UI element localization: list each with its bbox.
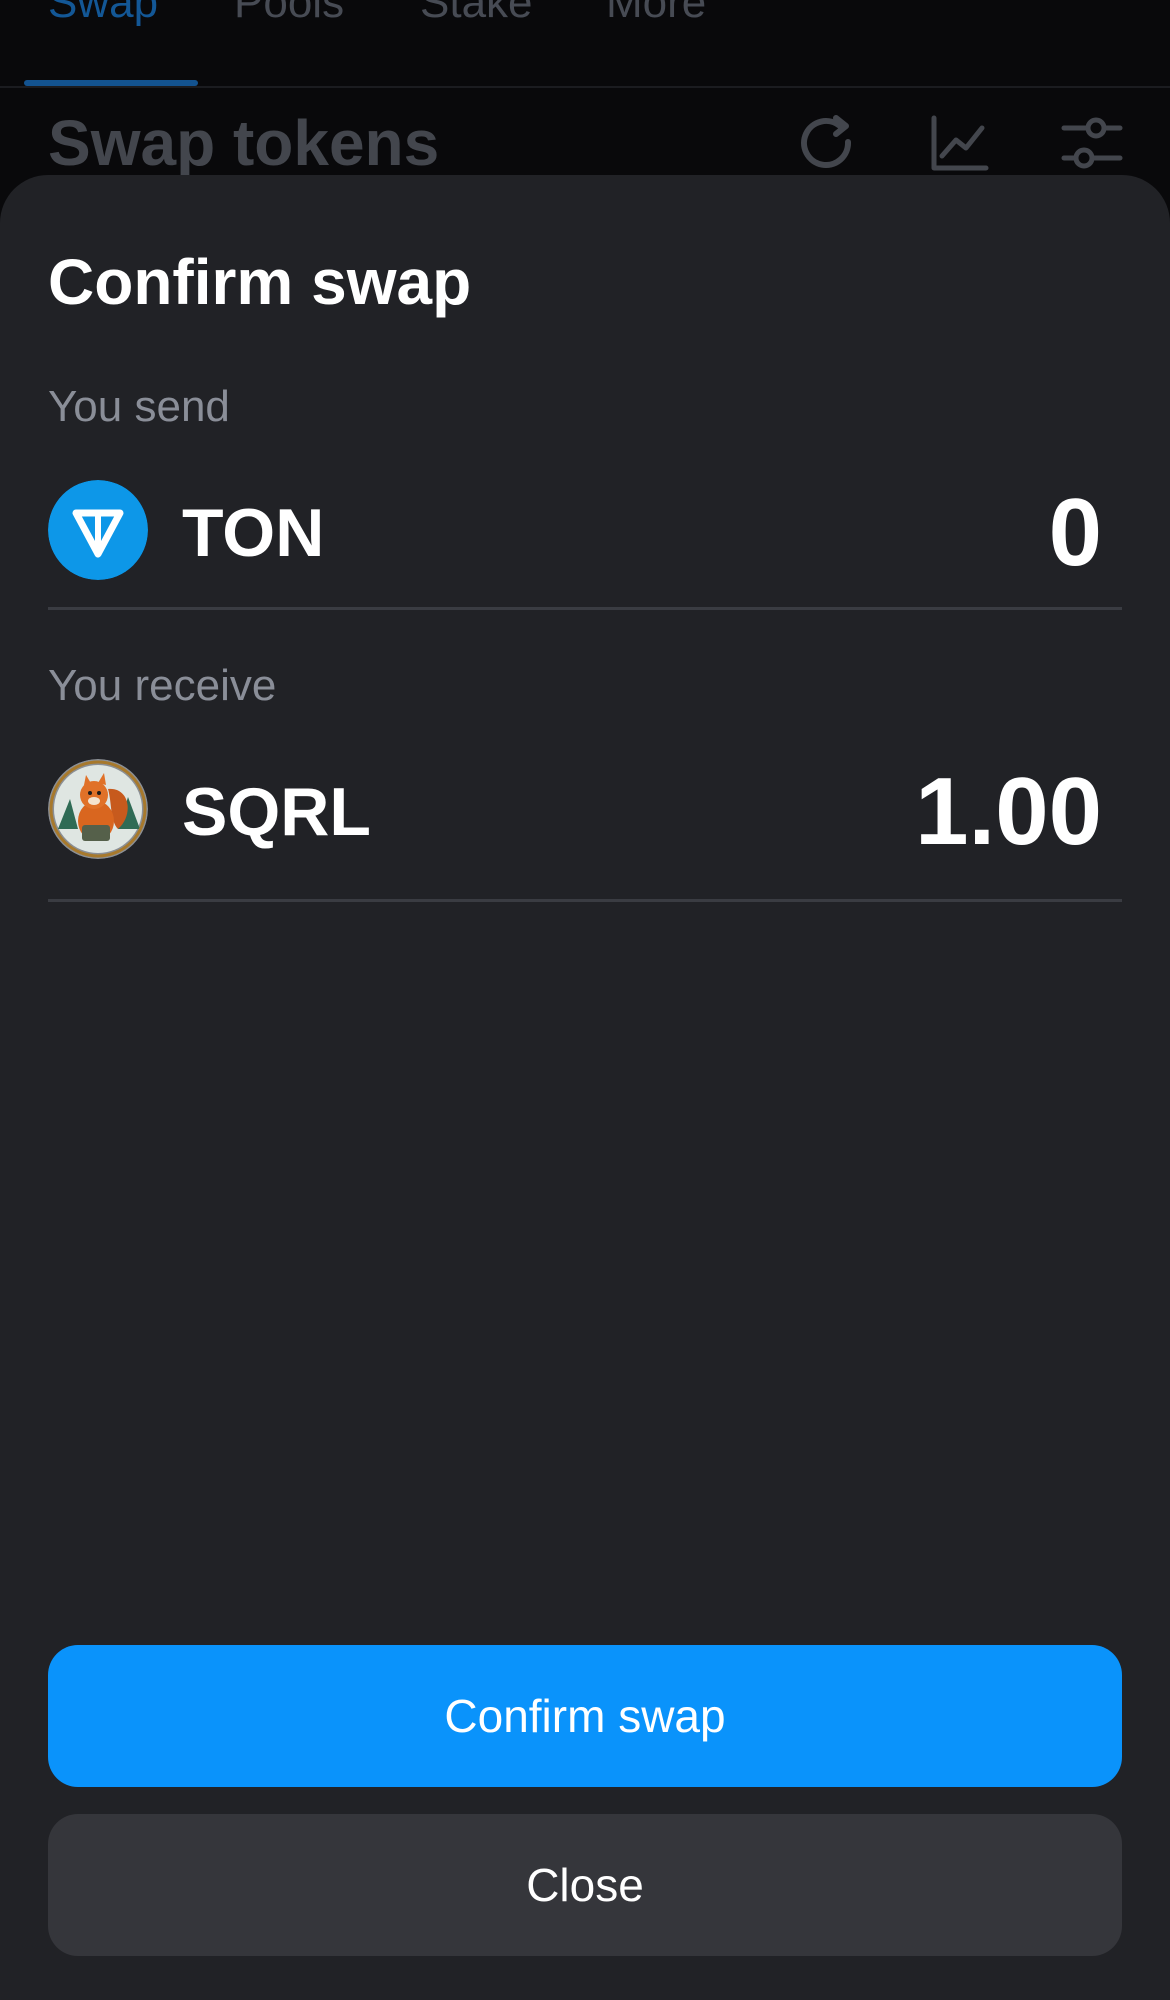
confirm-swap-sheet: Confirm swap You send TON 0 You receive (0, 175, 1170, 2000)
send-amount: 0 (1048, 479, 1102, 586)
receive-token-symbol: SQRL (182, 774, 371, 850)
receive-token-row: SQRL 1.00 (48, 758, 1122, 865)
receive-divider (48, 899, 1122, 902)
confirm-swap-button[interactable]: Confirm swap (48, 1645, 1122, 1787)
ton-logo-icon (48, 480, 148, 580)
sqrl-squirrel-logo-icon (48, 759, 148, 859)
receive-label: You receive (48, 661, 277, 710)
send-token-row: TON 0 (48, 479, 1122, 586)
send-label: You send (48, 382, 230, 431)
receive-amount: 1.00 (915, 758, 1102, 865)
send-divider (48, 607, 1122, 610)
close-button[interactable]: Close (48, 1814, 1122, 1956)
sheet-title: Confirm swap (48, 246, 472, 318)
send-token-symbol: TON (182, 495, 325, 571)
app-screen: Swap Pools Stake More Swap tokens Confir… (0, 0, 1170, 2000)
